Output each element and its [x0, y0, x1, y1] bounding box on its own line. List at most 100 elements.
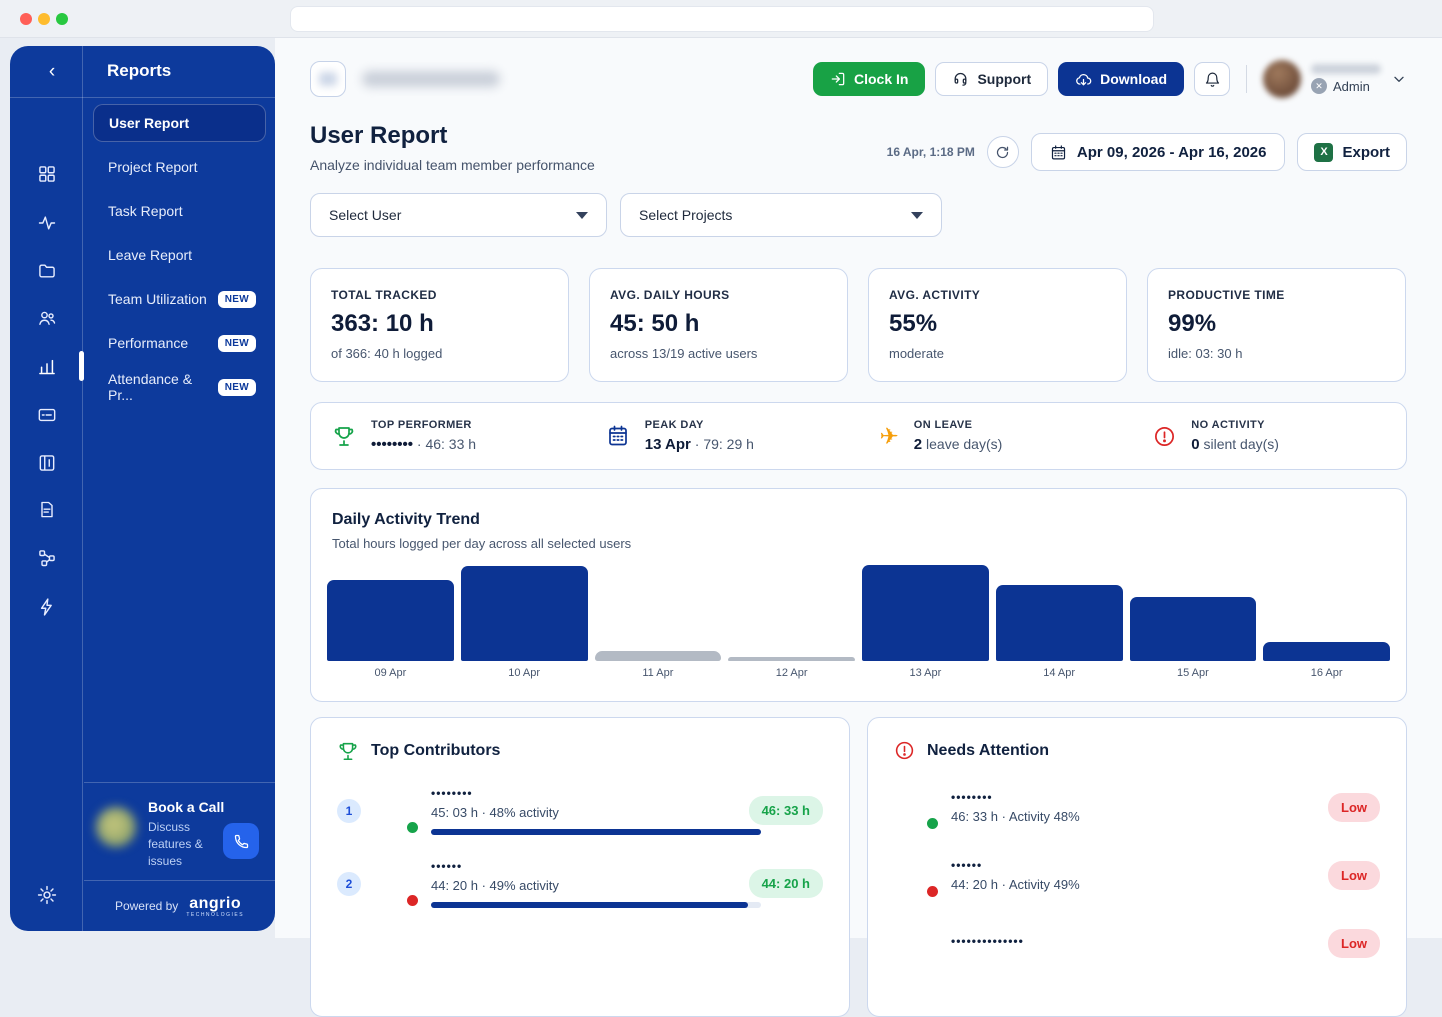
chart-bar[interactable]: [996, 585, 1123, 661]
support-label: Support: [977, 71, 1031, 87]
select-user-dropdown[interactable]: Select User: [310, 193, 607, 237]
bar-chart-icon[interactable]: [10, 356, 83, 381]
chart-bar[interactable]: [728, 657, 855, 661]
new-badge: NEW: [218, 291, 256, 308]
sidebar-item-project-report[interactable]: Project Report: [93, 148, 266, 186]
date-range-picker[interactable]: Apr 09, 2026 - Apr 16, 2026: [1031, 133, 1286, 171]
contributor-row-partial[interactable]: [337, 932, 823, 976]
plane-icon: ✈: [880, 425, 899, 448]
nav-label: Leave Report: [108, 247, 192, 263]
stat-card-productive-time: PRODUCTIVE TIME 99% idle: 03: 30 h: [1147, 268, 1406, 382]
book-call-desc: Discuss features & issues: [148, 819, 228, 870]
credit-card-icon[interactable]: [10, 405, 83, 430]
close-window-button[interactable]: [20, 13, 32, 25]
chart-bar[interactable]: [461, 566, 588, 661]
url-bar[interactable]: [290, 6, 1154, 32]
x-tick-label: 14 Apr: [996, 667, 1123, 679]
attention-row[interactable]: •••••• 44: 20 h · Activity 49% Low: [894, 853, 1380, 897]
bar-slot: [996, 565, 1123, 661]
profile-menu[interactable]: ✕ Admin: [1263, 60, 1407, 98]
stat-card-avg-daily-hours: AVG. DAILY HOURS 45: 50 h across 13/19 a…: [589, 268, 848, 382]
cloud-download-icon: [1075, 71, 1092, 88]
highlight-sub: leave day(s): [926, 436, 1002, 452]
users-icon[interactable]: [10, 308, 83, 333]
dashboard-icon[interactable]: [10, 164, 83, 189]
contributor-meta: 44: 20 h · 49% activity: [431, 878, 736, 893]
progress-fill: [431, 902, 748, 908]
phone-call-button[interactable]: [223, 823, 259, 859]
contributor-name-redacted: ••••••••: [431, 786, 736, 800]
x-tick-label: 16 Apr: [1263, 667, 1390, 679]
stat-value: 363: 10 h: [331, 310, 548, 338]
trophy-icon: [332, 424, 356, 448]
stat-label: AVG. DAILY HOURS: [610, 288, 827, 302]
sidebar-collapse-icon[interactable]: ‹: [40, 61, 64, 85]
stat-card-total-tracked: TOTAL TRACKED 363: 10 h of 366: 40 h log…: [310, 268, 569, 382]
book-a-call-section: Book a Call Discuss features & issues: [84, 782, 275, 880]
nodes-icon[interactable]: [10, 548, 83, 573]
chevron-down-icon: [1391, 71, 1407, 87]
bar-slot: [595, 565, 722, 661]
sidebar-item-attendance[interactable]: Attendance & Pr... NEW: [93, 368, 266, 406]
chart-bar[interactable]: [862, 565, 989, 661]
attention-row[interactable]: •••••••• 46: 33 h · Activity 48% Low: [894, 785, 1380, 829]
member-name-redacted: ••••••••••••••: [951, 934, 1315, 948]
menu-icon: [319, 72, 337, 86]
kanban-icon[interactable]: [10, 453, 83, 478]
highlight-label: ON LEAVE: [914, 419, 1003, 431]
refresh-button[interactable]: [987, 136, 1019, 168]
last-updated-timestamp: 16 Apr, 1:18 PM: [887, 145, 975, 159]
select-projects-dropdown[interactable]: Select Projects: [620, 193, 942, 237]
export-button[interactable]: X Export: [1297, 133, 1407, 171]
status-dot: [405, 893, 420, 908]
phone-icon: [233, 833, 250, 850]
minimize-window-button[interactable]: [38, 13, 50, 25]
role-label: Admin: [1333, 79, 1370, 94]
login-icon: [830, 71, 846, 87]
main-content: Clock In Support Download ✕ Ad: [275, 38, 1442, 938]
support-button[interactable]: Support: [935, 62, 1048, 96]
export-label: Export: [1342, 144, 1390, 161]
low-badge: Low: [1328, 793, 1380, 822]
sidebar-item-leave-report[interactable]: Leave Report: [93, 236, 266, 274]
download-button[interactable]: Download: [1058, 62, 1184, 96]
hours-badge: 46: 33 h: [749, 796, 823, 825]
download-label: Download: [1100, 71, 1167, 87]
dropdown-caret-icon: [911, 212, 923, 219]
chart-bar[interactable]: [1130, 597, 1257, 661]
maximize-window-button[interactable]: [56, 13, 68, 25]
clock-in-button[interactable]: Clock In: [813, 62, 925, 96]
attention-row[interactable]: •••••••••••••• Low: [894, 921, 1380, 965]
chart-bar[interactable]: [327, 580, 454, 661]
sidebar-item-task-report[interactable]: Task Report: [93, 192, 266, 230]
chart-bar[interactable]: [595, 651, 722, 661]
stat-sub: moderate: [889, 346, 1106, 361]
document-icon[interactable]: [10, 500, 83, 525]
lightning-icon[interactable]: [10, 597, 83, 622]
member-name-redacted: ••••••••: [951, 790, 1315, 804]
folder-icon[interactable]: [10, 261, 83, 286]
contributor-row[interactable]: 2 •••••• 44: 20 h · 49% activity 44: 20 …: [337, 859, 823, 908]
stat-sub: across 13/19 active users: [610, 346, 827, 361]
support-agent-avatar: [96, 807, 136, 847]
hours-badge: 44: 20 h: [749, 869, 823, 898]
refresh-icon: [995, 145, 1010, 160]
highlight-sub: · 79: 29 h: [695, 436, 754, 452]
notifications-button[interactable]: [1194, 62, 1230, 96]
progress-track: [431, 829, 761, 835]
sidebar-item-team-utilization[interactable]: Team Utilization NEW: [93, 280, 266, 318]
sidebar-item-user-report[interactable]: User Report: [93, 104, 266, 142]
activity-icon[interactable]: [10, 213, 83, 238]
sidebar-item-performance[interactable]: Performance NEW: [93, 324, 266, 362]
menu-button[interactable]: [310, 61, 346, 97]
highlight-on-leave: ✈ ON LEAVE 2 leave day(s): [859, 419, 1133, 453]
highlight-label: TOP PERFORMER: [371, 419, 476, 431]
contributor-row[interactable]: 1 •••••••• 45: 03 h · 48% activity 46: 3…: [337, 786, 823, 835]
alert-icon: [894, 740, 915, 761]
brand-name: angrio: [186, 895, 244, 913]
highlight-peak-day: PEAK DAY 13 Apr · 79: 29 h: [585, 419, 859, 453]
settings-icon[interactable]: [10, 884, 83, 911]
chart-bar[interactable]: [1263, 642, 1390, 661]
member-avatar: [894, 853, 938, 897]
stat-value: 55%: [889, 310, 1106, 338]
